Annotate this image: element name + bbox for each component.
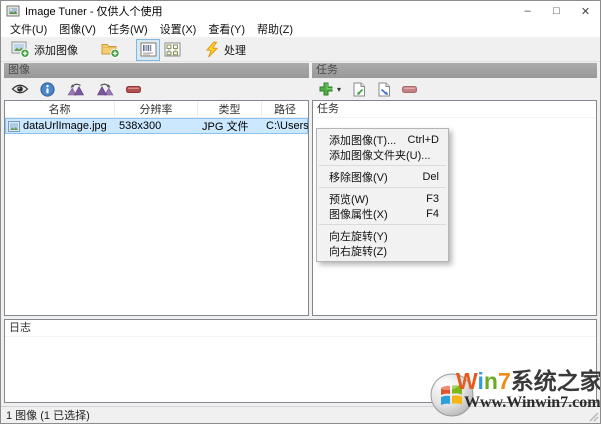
- image-file-icon: [8, 121, 20, 132]
- process-button[interactable]: 处理: [198, 39, 252, 61]
- window-controls: – □ ✕: [513, 1, 600, 21]
- column-header-name[interactable]: 名称: [5, 101, 115, 117]
- menu-separator: [319, 224, 446, 225]
- menu-separator: [319, 165, 446, 166]
- column-header-type[interactable]: ˆ 类型: [198, 101, 262, 117]
- remove-image-minus-icon[interactable]: [126, 86, 141, 93]
- menu-file[interactable]: 文件(U): [4, 20, 53, 38]
- add-folder-button[interactable]: [98, 39, 122, 61]
- menu-item-image-properties[interactable]: 图像属性(X) F4: [317, 206, 448, 221]
- image-tuner-window: Image Tuner - 仅供人个使用 – □ ✕ 文件(U) 图像(V) 任…: [0, 0, 601, 424]
- status-text: 1 图像 (1 已选择): [6, 407, 90, 423]
- cell-type: JPG 文件: [198, 118, 262, 134]
- shortcut-label: Ctrl+D: [408, 134, 439, 146]
- menu-image[interactable]: 图像(V): [53, 20, 102, 38]
- menu-item-add-image-folder[interactable]: 添加图像文件夹(U)...: [317, 147, 448, 162]
- maximize-button[interactable]: □: [542, 1, 571, 21]
- log-panel-header: 日志: [5, 320, 596, 337]
- images-table-header: 名称 分辨率 ˆ 类型 路径: [5, 101, 308, 118]
- add-images-label: 添加图像: [34, 42, 78, 58]
- tasks-panel-toolbar: ▾: [312, 78, 597, 100]
- shortcut-label: F3: [426, 193, 439, 205]
- image-properties-info-icon[interactable]: [40, 82, 55, 97]
- minimize-button[interactable]: –: [513, 1, 542, 21]
- menu-task[interactable]: 任务(W): [102, 20, 154, 38]
- add-task-dropdown-caret-icon[interactable]: ▾: [337, 85, 341, 94]
- shortcut-label: Del: [422, 171, 439, 183]
- close-button[interactable]: ✕: [571, 1, 600, 21]
- cell-path: C:\Users\...: [262, 120, 308, 132]
- remove-task-minus-icon[interactable]: [402, 86, 417, 93]
- menu-settings[interactable]: 设置(X): [154, 20, 203, 38]
- images-panel: 图像 名称: [4, 63, 309, 316]
- import-tasks-icon[interactable]: [352, 82, 366, 97]
- add-task-plus-icon[interactable]: [319, 82, 333, 96]
- image-context-menu: 添加图像(T)... Ctrl+D 添加图像文件夹(U)... 移除图像(V) …: [316, 128, 449, 262]
- main-toolbar: 添加图像 处理: [1, 38, 600, 62]
- preview-eye-icon[interactable]: [11, 83, 29, 95]
- menu-item-rotate-right[interactable]: 向右旋转(Z): [317, 243, 448, 258]
- title-bar: Image Tuner - 仅供人个使用 – □ ✕: [1, 1, 600, 21]
- status-bar: 1 图像 (1 已选择): [1, 406, 600, 423]
- main-area: 图像 名称: [4, 63, 597, 316]
- details-view-button[interactable]: [136, 39, 160, 61]
- menu-item-remove-image[interactable]: 移除图像(V) Del: [317, 169, 448, 184]
- table-row-selected[interactable]: dataUrlImage.jpg 538x300 JPG 文件 C:\Users…: [5, 118, 308, 134]
- cell-name: dataUrlImage.jpg: [23, 120, 107, 132]
- app-icon: [6, 4, 20, 18]
- lightning-bolt-icon: [204, 41, 220, 58]
- window-title: Image Tuner - 仅供人个使用: [25, 3, 163, 19]
- thumbnails-view-icon: [164, 42, 181, 57]
- column-header-path[interactable]: 路径: [262, 101, 308, 117]
- menu-item-preview[interactable]: 预览(W) F3: [317, 191, 448, 206]
- rotate-left-icon[interactable]: [66, 82, 85, 96]
- sort-caret-icon: ˆ: [228, 100, 231, 107]
- resize-grip[interactable]: [587, 410, 599, 422]
- images-panel-header: 图像: [4, 63, 309, 78]
- shortcut-label: F4: [426, 208, 439, 220]
- process-label: 处理: [224, 42, 246, 58]
- thumbnails-view-button[interactable]: [160, 39, 184, 61]
- menu-item-add-image[interactable]: 添加图像(T)... Ctrl+D: [317, 132, 448, 147]
- column-header-resolution[interactable]: 分辨率: [115, 101, 198, 117]
- add-image-icon: [11, 41, 30, 58]
- export-tasks-icon[interactable]: [377, 82, 391, 97]
- cell-resolution: 538x300: [115, 120, 198, 132]
- add-folder-icon: [101, 41, 120, 58]
- add-images-button[interactable]: 添加图像: [5, 39, 84, 61]
- details-view-icon: [140, 42, 157, 57]
- menu-separator: [319, 187, 446, 188]
- menu-item-rotate-left[interactable]: 向左旋转(Y): [317, 228, 448, 243]
- tasks-panel-header: 任务: [312, 63, 597, 78]
- images-table: 名称 分辨率 ˆ 类型 路径 dataUrlImage.jpg: [4, 100, 309, 316]
- log-panel: 日志: [4, 319, 597, 403]
- images-panel-toolbar: [4, 78, 309, 100]
- menu-bar: 文件(U) 图像(V) 任务(W) 设置(X) 查看(Y) 帮助(Z): [1, 21, 600, 38]
- rotate-right-icon[interactable]: [96, 82, 115, 96]
- menu-help[interactable]: 帮助(Z): [251, 20, 299, 38]
- tasks-list-header: 任务: [313, 101, 596, 118]
- menu-view[interactable]: 查看(Y): [202, 20, 251, 38]
